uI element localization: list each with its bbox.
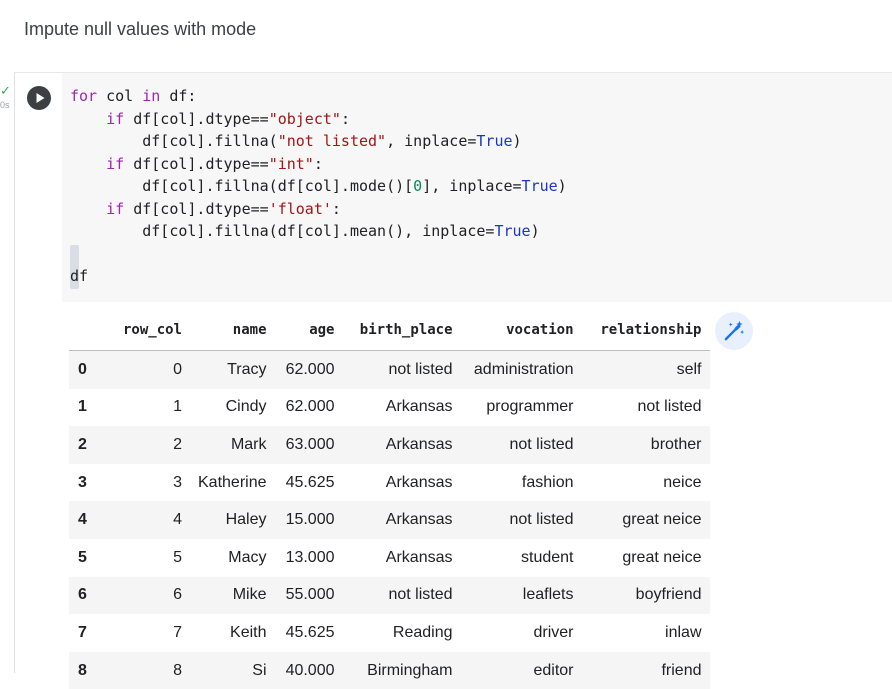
table-row: 3 3 Katherine 45.625 Arkansas fashion neice	[69, 463, 710, 502]
cell-name: Macy	[228, 548, 267, 566]
cell-name: Tracy	[227, 360, 267, 378]
cell-row-col: 8	[173, 661, 182, 679]
cell-birth-place: Birmingham	[367, 661, 453, 679]
table-row: 1 1 Cindy 62.000 Arkansas programmer not liste…	[69, 388, 710, 427]
cell-vocation: not listed	[509, 435, 574, 453]
cell-name: Mike	[232, 586, 267, 604]
magic-wand-button[interactable]	[715, 312, 753, 350]
check-icon: ✓	[0, 84, 11, 99]
code-line: if df[col].dtype=="int":	[106, 154, 323, 173]
cell-age: 45.625	[285, 623, 335, 641]
column-header-row-col: row_col	[108, 310, 190, 351]
table-row: 5 5 Macy 13.000 Arkansas student great neice	[69, 538, 710, 577]
table-row: 7 7 Keith 45.625 Reading driver inlaw	[69, 614, 710, 652]
row-index: 0	[78, 360, 87, 378]
dataframe-table: row_col name age birth_place vocation re…	[69, 310, 710, 689]
cell-age: 55.000	[285, 586, 335, 604]
cell-age: 63.000	[285, 435, 335, 453]
cell-name: Keith	[230, 623, 267, 641]
run-cell-button[interactable]	[27, 86, 51, 110]
column-header-vocation: vocation	[460, 310, 582, 351]
table-header-row: row_col name age birth_place vocation re…	[69, 310, 710, 351]
column-header-index	[69, 310, 108, 351]
cell-birth-place: Reading	[392, 623, 453, 641]
table-row: 6 6 Mike 55.000 not listed leaflets boyfriend	[69, 576, 710, 615]
cell-row-col: 5	[173, 548, 182, 566]
cell-vocation: programmer	[486, 398, 574, 416]
cell-row-col: 6	[173, 586, 182, 604]
magic-wand-icon	[724, 320, 745, 341]
cell-relationship: great neice	[622, 511, 702, 529]
cell-relationship: brother	[650, 435, 702, 453]
cell-name: Si	[252, 661, 267, 679]
code-line: df[col].fillna(df[col].mean(), inplace=T…	[70, 222, 540, 240]
column-header-name: name	[190, 310, 275, 351]
cell-age: 62.000	[285, 398, 335, 416]
cell-name: Haley	[225, 511, 267, 529]
code-editor[interactable]: for col in df: if df[col].dtype=="object…	[62, 73, 892, 302]
table-row: 8 8 Si 40.000 Birmingham editor friend	[69, 651, 710, 689]
cell-relationship: not listed	[637, 398, 702, 416]
code-line: df[col].fillna(df[col].mode()[0], inplac…	[70, 177, 567, 195]
cell-birth-place: not listed	[388, 360, 453, 378]
row-index: 7	[78, 623, 87, 641]
row-index: 4	[78, 511, 87, 529]
cell-vocation: student	[521, 548, 574, 566]
row-index: 3	[78, 473, 87, 491]
cell-name: Cindy	[225, 398, 267, 416]
cell-age: 15.000	[285, 511, 335, 529]
cell-birth-place: Arkansas	[385, 548, 453, 566]
cell-vocation: driver	[533, 623, 574, 641]
column-header-relationship: relationship	[581, 310, 710, 351]
table-row: 0 0 Tracy 62.000 not listed administration sel…	[69, 350, 710, 389]
cell-age: 45.625	[285, 473, 335, 491]
cell-relationship: great neice	[622, 548, 702, 566]
play-icon	[36, 93, 45, 103]
row-index: 1	[78, 398, 87, 416]
code-line: for col in df:	[70, 87, 197, 105]
row-index: 5	[78, 548, 87, 566]
execution-time: 0s	[0, 100, 10, 110]
code-line: if df[col].dtype=='float':	[106, 199, 341, 218]
cell-vocation: administration	[473, 360, 574, 378]
cell-birth-place: Arkansas	[385, 473, 453, 491]
cell-birth-place: Arkansas	[385, 511, 453, 529]
code-line: df	[70, 267, 89, 285]
column-header-age: age	[274, 310, 343, 351]
cell-relationship: neice	[663, 473, 702, 491]
cell-row-col: 7	[173, 623, 182, 641]
cell-relationship: boyfriend	[635, 586, 702, 604]
cell-vocation: fashion	[521, 473, 574, 491]
table-row: 2 2 Mark 63.000 Arkansas not listed brother	[69, 426, 710, 464]
cell-birth-place: Arkansas	[385, 398, 453, 416]
cell-relationship: self	[676, 360, 702, 378]
cell-row-col: 4	[173, 511, 182, 529]
column-header-birth-place: birth_place	[342, 310, 461, 351]
cell-birth-place: not listed	[388, 586, 453, 604]
cell-name: Mark	[230, 435, 267, 453]
row-index: 6	[78, 586, 87, 604]
code-line: df[col].fillna("not listed", inplace=Tru…	[70, 132, 522, 150]
cell-vocation: leaflets	[522, 586, 574, 604]
code-line: if df[col].dtype=="object":	[106, 109, 350, 128]
cell-vocation: editor	[533, 661, 574, 679]
cell-age: 13.000	[285, 548, 335, 566]
cell-row-col: 2	[173, 435, 182, 453]
cell-relationship: friend	[661, 661, 702, 679]
cell-vocation: not listed	[509, 511, 574, 529]
cell-birth-place: Arkansas	[385, 435, 453, 453]
cell-relationship: inlaw	[665, 623, 702, 641]
row-index: 2	[78, 435, 87, 453]
cell-age: 62.000	[285, 360, 335, 378]
cell-row-col: 3	[173, 473, 182, 491]
table-row: 4 4 Haley 15.000 Arkansas not listed great nei…	[69, 501, 710, 539]
cell-row-col: 1	[173, 398, 182, 416]
row-index: 8	[78, 661, 87, 679]
cell-row-col: 0	[173, 360, 182, 378]
markdown-heading: Impute null values with mode	[24, 19, 257, 39]
cell-age: 40.000	[285, 661, 335, 679]
cell-name: Katherine	[198, 473, 267, 491]
dataframe-output: row_col name age birth_place vocation re…	[69, 310, 710, 689]
